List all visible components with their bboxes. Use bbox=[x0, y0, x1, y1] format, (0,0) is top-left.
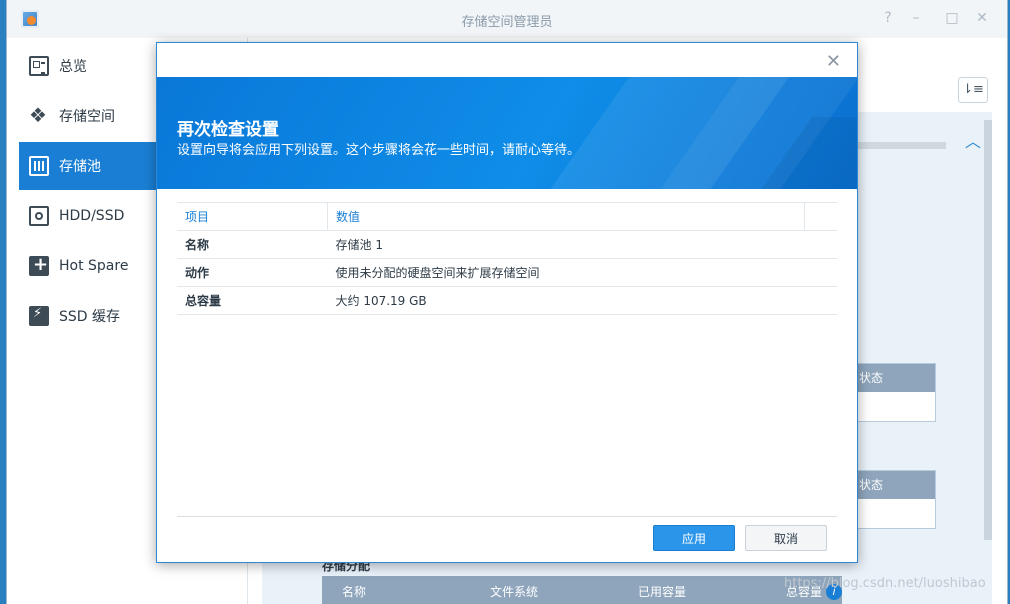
row-value: 大约 107.19 GB bbox=[327, 286, 837, 315]
sidebar-item-label: SSD 缓存 bbox=[59, 309, 121, 325]
scrollbar[interactable] bbox=[984, 120, 992, 540]
volume-table-header: 名称 文件系统 已用容量 总容量 bbox=[322, 576, 842, 604]
table-row: 名称 存储池 1 bbox=[177, 230, 837, 259]
title-bar: 存储空间管理员 ? – □ ✕ bbox=[7, 0, 1007, 39]
column-header: 名称 bbox=[342, 585, 367, 599]
column-header-spacer bbox=[804, 202, 837, 231]
table-row: 动作 使用未分配的硬盘空间来扩展存储空间 bbox=[177, 258, 837, 287]
ssd-cache-icon bbox=[29, 306, 49, 326]
close-icon[interactable]: ✕ bbox=[826, 51, 841, 72]
table-row: 总容量 大约 107.19 GB bbox=[177, 286, 837, 315]
row-key: 动作 bbox=[177, 258, 328, 287]
row-key: 名称 bbox=[177, 230, 328, 259]
review-settings-dialog: ✕ 再次检查设置 设置向导将会应用下列设置。这个步骤将会花一些时间，请耐心等待。… bbox=[156, 42, 858, 563]
status-box: 状态 bbox=[846, 470, 936, 529]
row-value: 存储池 1 bbox=[327, 230, 837, 259]
dialog-banner: 再次检查设置 设置向导将会应用下列设置。这个步骤将会花一些时间，请耐心等待。 bbox=[157, 77, 857, 189]
overview-icon bbox=[29, 56, 49, 76]
sidebar-item-label: HDD/SSD bbox=[59, 208, 125, 224]
table-header-row: 项目 数值 bbox=[177, 202, 837, 231]
hot-spare-icon bbox=[29, 254, 49, 276]
status-header: 状态 bbox=[847, 471, 935, 499]
dialog-subtitle: 设置向导将会应用下列设置。这个步骤将会花一些时间，请耐心等待。 bbox=[177, 143, 581, 158]
window-title: 存储空间管理员 bbox=[461, 15, 553, 30]
chevron-up-icon[interactable]: ︿ bbox=[965, 128, 981, 152]
cancel-button[interactable]: 取消 bbox=[745, 525, 827, 551]
status-box: 状态 bbox=[846, 363, 936, 422]
hdd-icon bbox=[29, 206, 49, 226]
dialog-title: 再次检查设置 bbox=[177, 120, 279, 140]
column-header-item: 项目 bbox=[177, 202, 328, 231]
sort-button[interactable]: ⇂≡ bbox=[958, 77, 988, 103]
status-header: 状态 bbox=[847, 364, 935, 392]
sidebar-item-label: 总览 bbox=[59, 59, 87, 75]
storage-pool-icon bbox=[29, 156, 49, 176]
watermark: https://blog.csdn.net/luoshibao bbox=[784, 576, 986, 591]
sidebar-item-label: 存储池 bbox=[59, 159, 101, 175]
row-key: 总容量 bbox=[177, 286, 328, 315]
column-header: 已用容量 bbox=[638, 585, 687, 599]
help-icon[interactable]: ? bbox=[879, 9, 897, 27]
column-header-value: 数值 bbox=[327, 202, 805, 231]
volume-icon bbox=[29, 103, 49, 127]
close-window-icon[interactable]: ✕ bbox=[973, 9, 991, 27]
sidebar-item-label: 存储空间 bbox=[59, 109, 115, 125]
minimize-icon[interactable]: – bbox=[907, 9, 925, 27]
footer-divider bbox=[177, 516, 837, 517]
apply-button[interactable]: 应用 bbox=[653, 525, 735, 551]
row-value: 使用未分配的硬盘空间来扩展存储空间 bbox=[327, 258, 837, 287]
column-header: 文件系统 bbox=[490, 585, 539, 599]
maximize-icon[interactable]: □ bbox=[943, 9, 961, 27]
sidebar-item-label: Hot Spare bbox=[59, 258, 129, 274]
summary-table: 项目 数值 名称 存储池 1 动作 使用未分配的硬盘空间来扩展存储空间 总容量 … bbox=[177, 202, 837, 315]
